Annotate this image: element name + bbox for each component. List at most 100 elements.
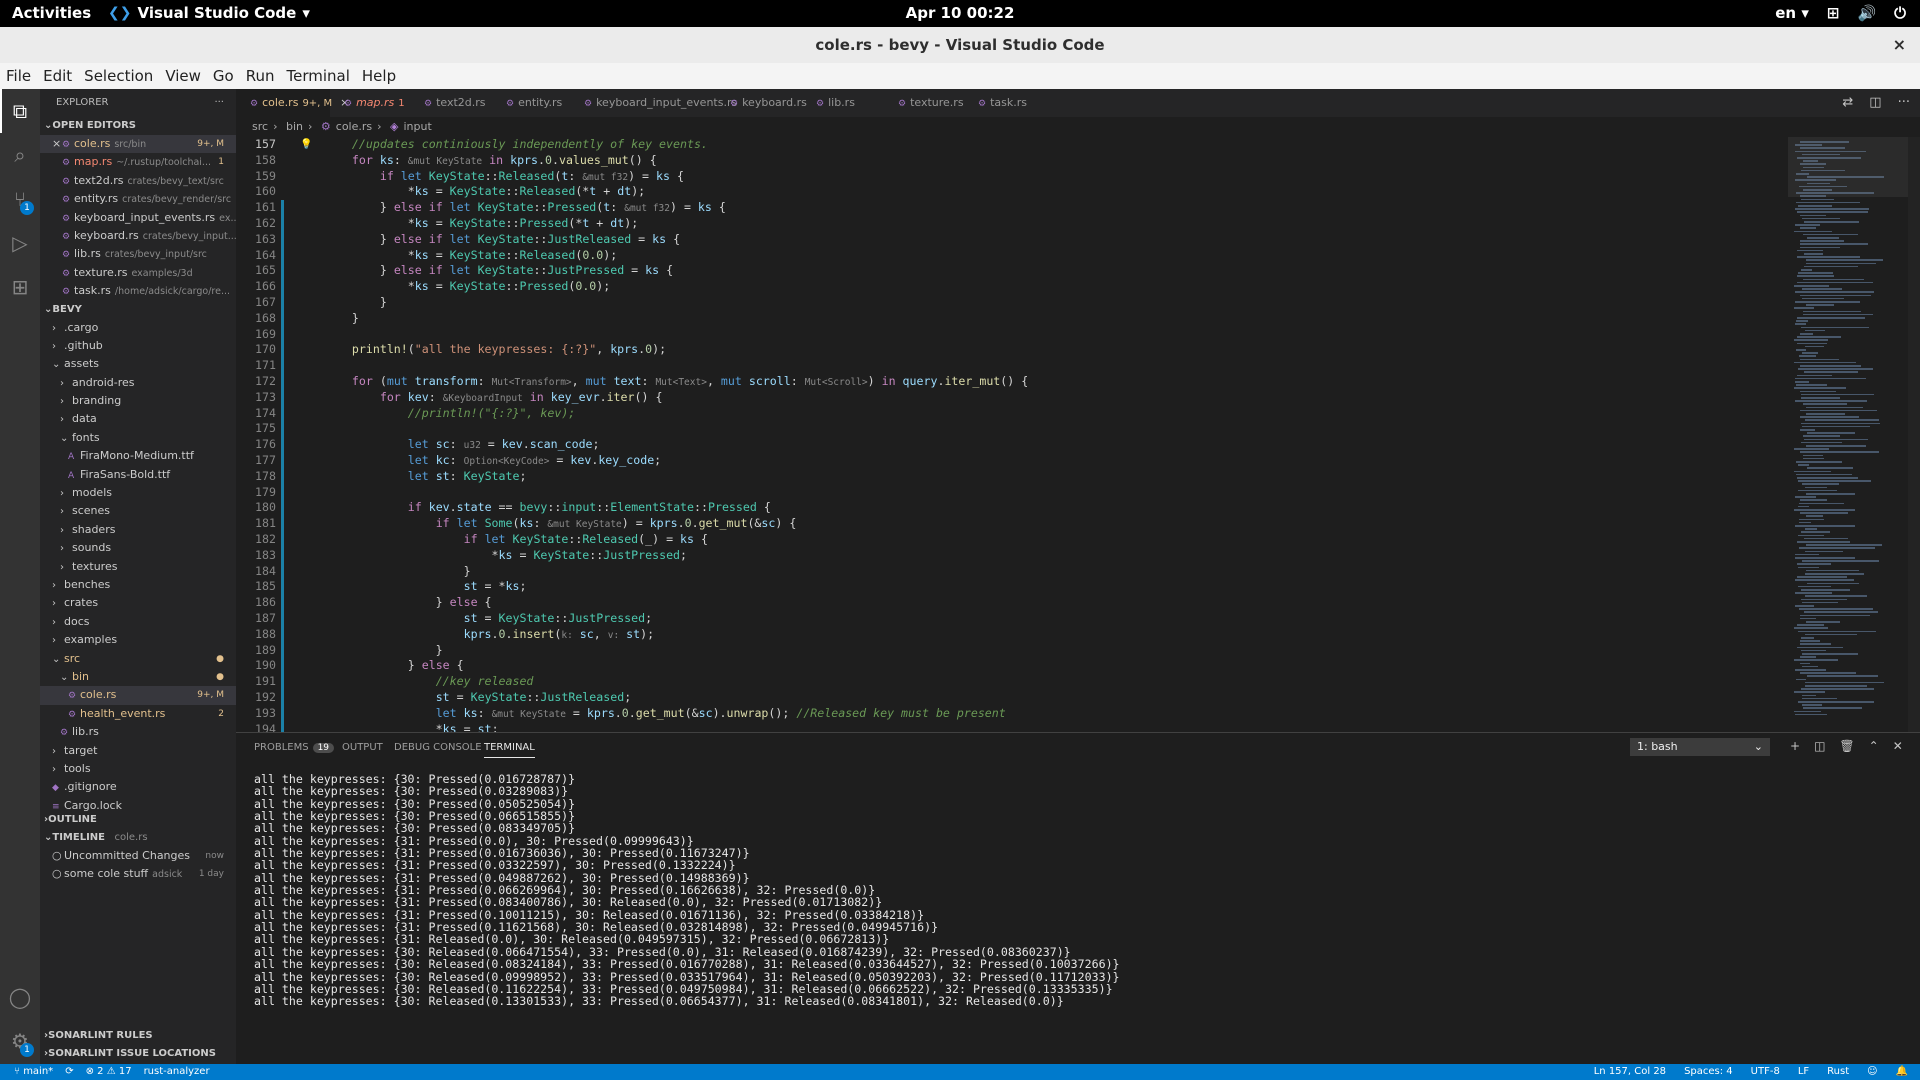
sonarlint-rules-section[interactable]: ›SONARLINT RULES [40,1027,236,1045]
open-editor-item[interactable]: ⚙keyboard_input_events.rsex... [40,209,236,227]
code-line[interactable]: 182 if let KeyState::Released(_) = ks { [236,532,1788,548]
tree-item[interactable]: › shaders [40,521,236,539]
split-terminal-icon[interactable]: ◫ [1814,739,1825,753]
end-of-line[interactable]: LF [1798,1064,1809,1080]
code-line[interactable]: 162 *ks = KeyState::Pressed(*t + dt); [236,216,1788,232]
trash-icon[interactable]: 🗑 [1839,739,1854,753]
breadcrumb-symbol[interactable]: input [404,120,432,133]
tree-item[interactable]: › scenes [40,502,236,520]
branch-indicator[interactable]: ⑂ main* [14,1064,53,1080]
code-line[interactable]: 161 } else if let KeyState::Pressed(t: &… [236,200,1788,216]
code-line[interactable]: 163 } else if let KeyState::JustReleased… [236,231,1788,248]
explorer-icon[interactable]: ⧉ [8,99,32,123]
editor-tab[interactable]: ⚙ cole.rs 9+, M × [236,89,349,117]
keyboard-language[interactable]: en ▾ [1775,4,1809,22]
menu-run[interactable]: Run [246,67,275,85]
code-line[interactable]: 172 for (mut transform: Mut<Transform>, … [236,374,1788,390]
extensions-icon[interactable]: ⊞ [8,275,32,299]
tree-item[interactable]: › android-res [40,374,236,392]
network-icon[interactable]: ⊞ [1827,4,1840,22]
language-mode[interactable]: Rust [1827,1064,1849,1080]
editor-tab[interactable]: ⚙ text2d.rs [410,89,492,117]
code-line[interactable]: 157 💡 //updates continiously independentl… [236,137,1788,153]
bell-icon[interactable]: 🔔 [1896,1064,1908,1080]
editor-tab[interactable]: ⚙ keyboard_input_events.rs [570,89,737,117]
code-line[interactable]: 173 for kev: &KeyboardInput in key_evr.i… [236,389,1788,406]
tree-item[interactable]: › examples [40,631,236,649]
editor-tab[interactable]: ⚙ lib.rs [802,89,884,117]
sync-icon[interactable]: ⟳ [65,1064,73,1080]
code-line[interactable]: 177 let kc: Option<KeyCode> = kev.key_co… [236,453,1788,469]
minimap[interactable] [1788,137,1908,732]
tree-item[interactable]: › sounds [40,539,236,557]
terminal-output[interactable]: all the keypresses: {30: Pressed(0.01672… [254,773,1120,1008]
editor-scrollbar[interactable] [1908,137,1920,732]
menu-edit[interactable]: Edit [43,67,72,85]
feedback-icon[interactable]: ☺ [1867,1064,1877,1080]
code-line[interactable]: 190 } else { [236,658,1788,675]
code-line[interactable]: 186 } else { [236,595,1788,611]
problems-indicator[interactable]: ⊗ 2 ⚠ 17 [86,1064,132,1080]
tree-item[interactable]: ⌄ bin ● [40,668,236,686]
power-icon[interactable]: ⏻ [1894,4,1906,22]
code-line[interactable]: 193 let ks: &mut KeyState = kprs.0.get_m… [236,705,1788,722]
code-line[interactable]: 166 *ks = KeyState::Pressed(0.0); [236,279,1788,295]
tree-item[interactable]: ⌄ fonts [40,429,236,447]
close-panel-icon[interactable]: ✕ [1893,739,1903,753]
tab-problems[interactable]: PROBLEMS 19 [254,742,335,753]
code-line[interactable]: 178 let st: KeyState; [236,468,1788,485]
code-editor[interactable]: 157 💡 //updates continiously independentl… [236,137,1788,732]
editor-tab[interactable]: ⚙ entity.rs [492,89,570,117]
code-line[interactable]: 170 println!("all the keypresses: {:?}",… [236,342,1788,359]
new-terminal-icon[interactable]: + [1790,739,1800,753]
menu-view[interactable]: View [165,67,201,85]
code-line[interactable]: 168 } [236,310,1788,327]
maximize-panel-icon[interactable]: ⌃ [1869,739,1879,753]
tree-item[interactable]: A FiraMono-Medium.ttf [40,447,236,465]
sonarlint-issues-section[interactable]: ›SONARLINT ISSUE LOCATIONS [40,1045,236,1063]
tree-item[interactable]: › branding [40,392,236,410]
tree-item[interactable]: › .github [40,337,236,355]
code-line[interactable]: 175 [236,421,1788,438]
tree-item[interactable]: ⌄ assets [40,355,236,373]
menu-terminal[interactable]: Terminal [287,67,350,85]
window-close-button[interactable]: × [1893,27,1906,63]
tree-item[interactable]: › crates [40,594,236,612]
editor-tab[interactable]: ⚙ map.rs 1 [330,89,410,117]
menu-help[interactable]: Help [362,67,396,85]
breadcrumb-bin[interactable]: bin [286,120,303,133]
tab-terminal[interactable]: TERMINAL [484,742,535,758]
clock[interactable]: Apr 10 00:22 [906,4,1015,22]
tree-item[interactable]: ⚙ cole.rs 9+, M [40,686,236,705]
code-line[interactable]: 189 } [236,642,1788,659]
code-line[interactable]: 167 } [236,295,1788,311]
menu-file[interactable]: File [6,67,31,85]
split-editor-icon[interactable]: ◫ [1869,95,1881,110]
outline-section[interactable]: ›OUTLINE [40,811,236,829]
tree-item[interactable]: › data [40,410,236,428]
code-line[interactable]: 187 st = KeyState::JustPressed; [236,611,1788,627]
breadcrumb-file[interactable]: cole.rs [336,120,372,133]
code-line[interactable]: 194 *ks = st; [236,721,1788,732]
open-editor-item[interactable]: ⚙ task.rs/home/adsick/cargo/re... [40,282,236,300]
code-line[interactable]: 188 kprs.0.insert(k: sc, v: st); [236,626,1788,643]
code-line[interactable]: 169 [236,326,1788,343]
volume-icon[interactable]: 🔊 [1857,4,1876,22]
tab-output[interactable]: OUTPUT [342,742,383,753]
tree-item[interactable]: › tools [40,760,236,778]
code-line[interactable]: 171 [236,358,1788,374]
tree-item[interactable]: › textures [40,558,236,576]
open-editor-item[interactable]: ⚙ lib.rs crates/bevy_input/src [40,245,236,263]
tab-debug-console[interactable]: DEBUG CONSOLE [394,742,482,753]
tree-item[interactable]: ◆ .gitignore [40,778,236,796]
open-editor-item[interactable]: ⚙ entity.rs crates/bevy_render/src [40,190,236,208]
close-icon[interactable]: × [52,135,62,153]
code-line[interactable]: 176 let sc: u32 = kev.scan_code; [236,437,1788,453]
timeline-item[interactable]: ○ some cole stuff adsick 1 day [40,865,236,883]
cursor-position[interactable]: Ln 157, Col 28 [1594,1064,1666,1080]
open-editor-item[interactable]: ⚙ keyboard.rs crates/bevy_input... [40,227,236,245]
editor-tab[interactable]: ⚙ texture.rs [884,89,964,117]
tree-item[interactable]: › docs [40,613,236,631]
tree-item[interactable]: › benches [40,576,236,594]
more-actions-icon[interactable]: ··· [214,89,224,117]
